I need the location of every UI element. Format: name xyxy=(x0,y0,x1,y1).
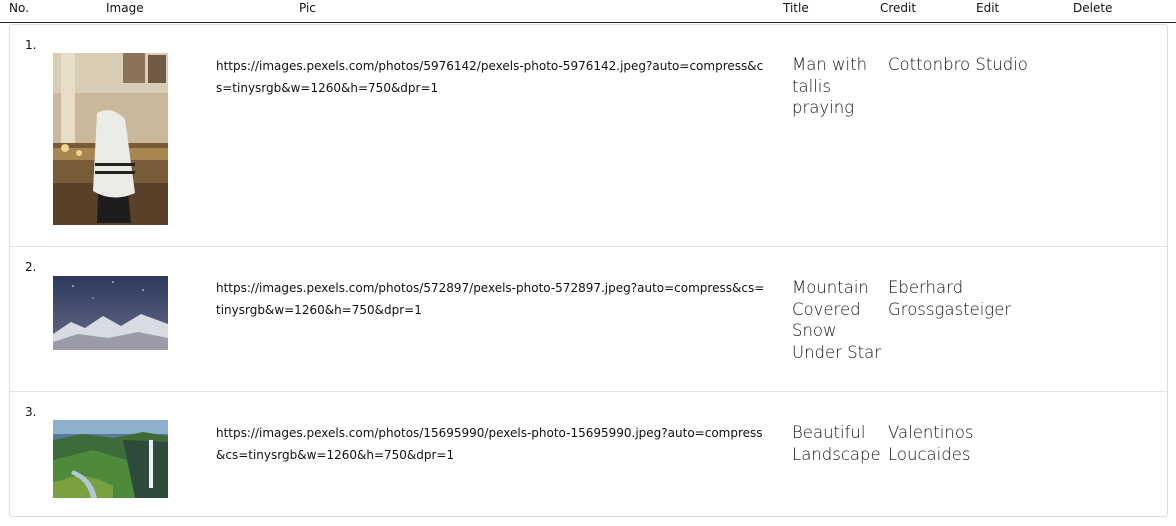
photo-credit: Valentinos Loucaides xyxy=(888,423,974,464)
column-header-pic: Pic xyxy=(299,1,316,15)
column-header-no: No. xyxy=(9,1,29,15)
table-row: 2. https://images.pexels.com/photos/5728… xyxy=(10,247,1167,392)
column-header-image: Image xyxy=(106,1,144,15)
table-row: 1. https://images.pexels.com/photos/5976… xyxy=(10,25,1167,247)
column-header-edit: Edit xyxy=(976,1,1000,15)
column-header-credit: Credit xyxy=(880,1,917,15)
photo-thumbnail-icon xyxy=(53,53,168,225)
pic-url: https://images.pexels.com/photos/572897/… xyxy=(216,281,765,317)
pic-url: https://images.pexels.com/photos/1569599… xyxy=(216,426,763,462)
row-number: 1. xyxy=(25,38,37,52)
photo-thumbnail-icon xyxy=(53,276,168,350)
row-number: 2. xyxy=(25,260,37,274)
table-body: 1. https://images.pexels.com/photos/5976… xyxy=(9,24,1168,517)
photo-title: Man with tallis praying xyxy=(792,55,868,117)
photo-credit: Cottonbro Studio xyxy=(888,55,1028,74)
column-header-title: Title xyxy=(783,1,809,15)
row-number: 3. xyxy=(25,405,37,419)
table-header: No. Image Pic Title Credit Edit Delete xyxy=(0,0,1176,23)
pic-url: https://images.pexels.com/photos/5976142… xyxy=(216,59,764,95)
photo-credit: Eberhard Grossgasteiger xyxy=(888,278,1012,319)
table-row: 3. https://images.pexels.com/photos/1569… xyxy=(10,392,1167,518)
photo-thumbnail-icon xyxy=(53,420,168,498)
photo-title: Mountain Covered Snow Under Star xyxy=(792,278,882,362)
photo-title: Beautiful Landscape xyxy=(792,423,881,464)
column-header-delete: Delete xyxy=(1073,1,1113,15)
